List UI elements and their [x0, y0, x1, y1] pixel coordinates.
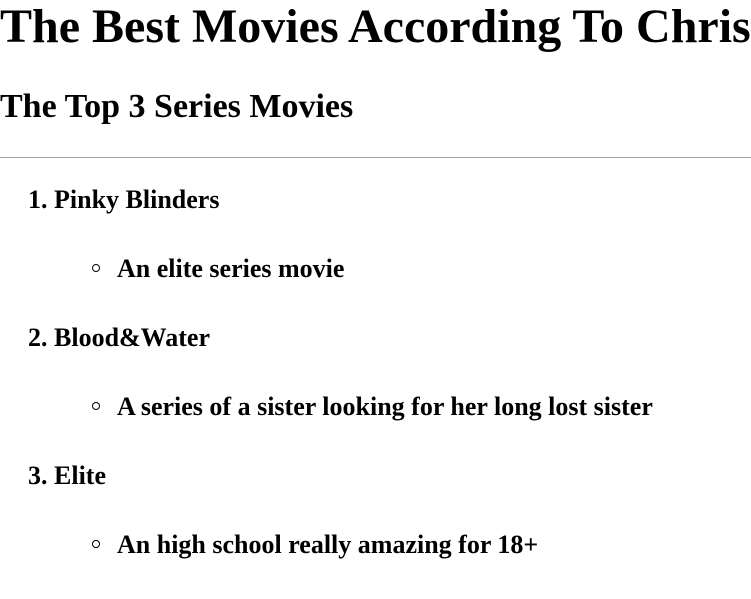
- movie-description: A series of a sister looking for her lon…: [0, 392, 751, 422]
- movie-number: 2.: [28, 323, 48, 352]
- movie-number: 1.: [28, 185, 48, 214]
- movie-title-row: 1. Pinky Blinders: [0, 185, 751, 215]
- page-title: The Best Movies According To Chris: [0, 0, 751, 53]
- movie-title: Blood&Water: [54, 323, 210, 352]
- movie-title-row: 2. Blood&Water: [0, 323, 751, 353]
- movie-description-text: An high school really amazing for 18+: [117, 530, 539, 559]
- movie-title: Pinky Blinders: [54, 185, 220, 214]
- movie-item-2: 2. Blood&Water A series of a sister look…: [0, 323, 751, 422]
- movie-title: Elite: [54, 461, 106, 490]
- movie-description-list: An high school really amazing for 18+: [0, 530, 751, 560]
- page: The Best Movies According To Chris The T…: [0, 0, 751, 575]
- movie-title-row: 3. Elite: [0, 461, 751, 491]
- movie-description-list: An elite series movie: [0, 254, 751, 284]
- movie-item-3: 3. Elite An high school really amazing f…: [0, 461, 751, 560]
- movie-description: An high school really amazing for 18+: [0, 530, 751, 560]
- movie-description-text: A series of a sister looking for her lon…: [117, 392, 653, 421]
- movie-description-list: A series of a sister looking for her lon…: [0, 392, 751, 422]
- movie-number: 3.: [28, 461, 48, 490]
- page-subtitle: The Top 3 Series Movies: [0, 88, 354, 125]
- movie-item-1: 1. Pinky Blinders An elite series movie: [0, 185, 751, 284]
- movie-description-text: An elite series movie: [117, 254, 345, 283]
- hollow-circle-bullet-icon: [92, 540, 100, 548]
- hollow-circle-bullet-icon: [92, 402, 100, 410]
- hollow-circle-bullet-icon: [92, 264, 100, 272]
- movie-list: 1. Pinky Blinders An elite series movie …: [0, 185, 751, 599]
- movie-description: An elite series movie: [0, 254, 751, 284]
- divider: [0, 157, 751, 158]
